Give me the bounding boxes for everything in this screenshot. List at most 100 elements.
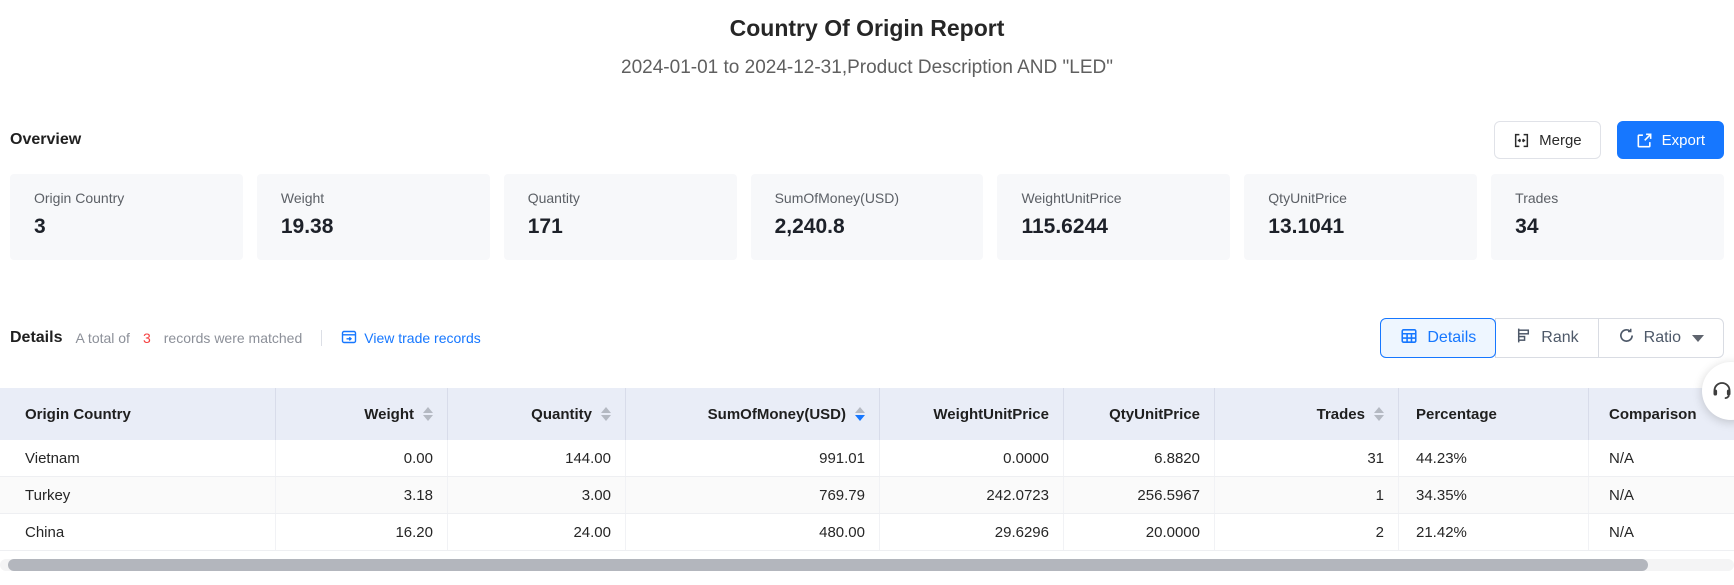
toolbar-buttons: Merge Export [1494,121,1724,159]
stat-card-value: 13.1041 [1268,215,1453,239]
cell-weight-unit-price: 242.0723 [880,477,1064,513]
headset-icon [1710,377,1734,406]
column-header-label: Trades [1317,406,1365,423]
tab-details-label: Details [1427,329,1476,347]
cell-quantity: 144.00 [448,440,626,476]
column-header-label: QtyUnitPrice [1109,406,1200,423]
stat-card-value: 3 [34,215,219,239]
horizontal-scrollbar-track[interactable] [0,559,1734,571]
cell-sum-of-money: 991.01 [626,440,880,476]
stat-card-label: Quantity [528,190,713,206]
page-title: Country Of Origin Report [0,0,1734,42]
stat-card-value: 2,240.8 [775,215,960,239]
cell-comparison: N/A [1589,440,1734,476]
column-header-qty-unit-price: QtyUnitPrice [1064,388,1215,440]
stat-card-value: 115.6244 [1021,215,1206,239]
export-button[interactable]: Export [1617,121,1724,159]
column-header-label: Weight [364,406,414,423]
cell-qty-unit-price: 20.0000 [1064,514,1215,550]
cell-sum-of-money: 480.00 [626,514,880,550]
cell-percentage: 34.35% [1399,477,1589,513]
overview-toolbar: Overview Merge [10,121,1724,159]
table-row-china[interactable]: China 16.20 24.00 480.00 29.6296 20.0000… [0,514,1734,551]
stat-card-value: 34 [1515,215,1700,239]
column-header-quantity: Quantity [448,388,626,440]
view-trade-records-link[interactable]: View trade records [341,329,480,348]
cell-trades: 1 [1215,477,1399,513]
details-summary: Details A total of 3 records were matche… [10,329,481,348]
cell-sum-of-money: 769.79 [626,477,880,513]
stat-card-trades: Trades 34 [1491,174,1724,260]
column-header-trades: Trades [1215,388,1399,440]
view-trade-records-label: View trade records [364,330,480,346]
cell-comparison: N/A [1589,477,1734,513]
stat-card-label: WeightUnitPrice [1021,190,1206,206]
export-icon [1636,132,1653,149]
stat-card-label: Weight [281,190,466,206]
cell-percentage: 21.42% [1399,514,1589,550]
vertical-divider [321,330,322,346]
merge-icon [1513,132,1530,149]
tab-rank-label: Rank [1541,329,1578,347]
trade-records-icon [341,329,357,348]
table-row-vietnam[interactable]: Vietnam 0.00 144.00 991.01 0.0000 6.8820… [0,440,1734,477]
tab-rank[interactable]: Rank [1495,318,1598,358]
column-header-weight: Weight [276,388,448,440]
cell-qty-unit-price: 6.8820 [1064,440,1215,476]
view-toggle-group: Details Rank [1380,318,1724,358]
column-header-label: Percentage [1416,406,1497,423]
matched-count: 3 [143,330,151,346]
column-header-label: Origin Country [25,406,131,423]
stat-card-quantity: Quantity 171 [504,174,737,260]
rank-bars-icon [1515,327,1532,349]
horizontal-scrollbar-thumb[interactable] [8,559,1648,571]
column-header-weight-unit-price: WeightUnitPrice [880,388,1064,440]
cell-origin-country: Vietnam [0,440,276,476]
column-header-label: SumOfMoney(USD) [708,406,846,423]
column-header-label: Comparison [1609,406,1697,423]
cell-trades: 2 [1215,514,1399,550]
stat-card-label: Origin Country [34,190,219,206]
stat-card-value: 171 [528,215,713,239]
stat-card-label: Trades [1515,190,1700,206]
merge-button[interactable]: Merge [1494,121,1601,159]
stat-card-weight: Weight 19.38 [257,174,490,260]
matched-suffix: records were matched [164,330,303,346]
cell-weight: 16.20 [276,514,448,550]
cell-quantity: 3.00 [448,477,626,513]
export-button-label: Export [1662,132,1705,149]
stat-card-weight-unit-price: WeightUnitPrice 115.6244 [997,174,1230,260]
page-subtitle: 2024-01-01 to 2024-12-31,Product Descrip… [0,57,1734,79]
stat-card-value: 19.38 [281,215,466,239]
table-row-turkey[interactable]: Turkey 3.18 3.00 769.79 242.0723 256.596… [0,477,1734,514]
details-heading: Details [10,329,62,347]
table-header-row: Origin Country Weight Quantity SumOfMone… [0,388,1734,440]
column-header-label: WeightUnitPrice [933,406,1049,423]
matched-prefix: A total of [75,330,129,346]
cell-weight-unit-price: 29.6296 [880,514,1064,550]
tab-details[interactable]: Details [1380,318,1496,358]
details-table: Origin Country Weight Quantity SumOfMone… [0,388,1734,551]
country-of-origin-report-page: Country Of Origin Report 2024-01-01 to 2… [0,0,1734,551]
sort-icon[interactable] [423,407,433,421]
merge-button-label: Merge [1539,132,1582,149]
sort-icon-descending-active[interactable] [855,407,865,421]
column-header-label: Quantity [531,406,592,423]
sort-icon[interactable] [1374,407,1384,421]
column-header-origin-country: Origin Country [0,388,276,440]
ratio-refresh-icon [1618,327,1635,349]
cell-weight: 3.18 [276,477,448,513]
cell-origin-country: China [0,514,276,550]
stat-card-qty-unit-price: QtyUnitPrice 13.1041 [1244,174,1477,260]
cell-comparison: N/A [1589,514,1734,550]
overview-cards: Origin Country 3 Weight 19.38 Quantity 1… [10,174,1724,260]
cell-weight-unit-price: 0.0000 [880,440,1064,476]
table-grid-icon [1400,327,1418,350]
column-header-sum-of-money: SumOfMoney(USD) [626,388,880,440]
column-header-percentage: Percentage [1399,388,1589,440]
cell-quantity: 24.00 [448,514,626,550]
cell-percentage: 44.23% [1399,440,1589,476]
sort-icon[interactable] [601,407,611,421]
stat-card-origin-country: Origin Country 3 [10,174,243,260]
tab-ratio[interactable]: Ratio [1598,318,1724,358]
